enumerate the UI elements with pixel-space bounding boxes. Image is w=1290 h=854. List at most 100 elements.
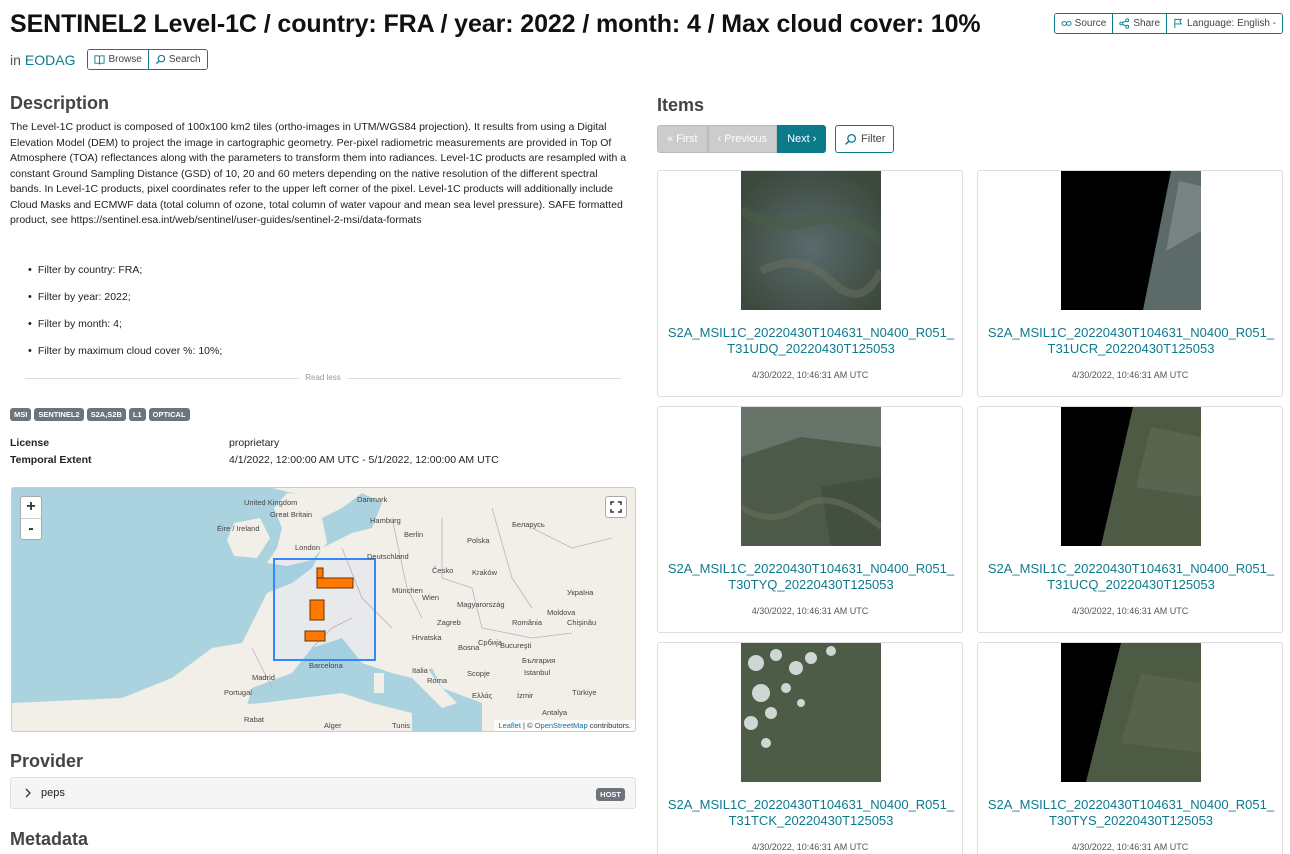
map-label: Madrid [252,673,275,682]
first-page-button[interactable]: « First [657,125,708,153]
map-label: London [295,543,321,552]
map-label: Ελλάς [472,691,493,700]
page-title: SENTINEL2 Level-1C / country: FRA / year… [10,10,981,38]
keyword-badge: L1 [128,408,146,421]
provider-name: peps [41,787,65,799]
item-title-link[interactable]: S2A_MSIL1C_20220430T104631_N0400_R051_T3… [666,325,956,357]
catalog-link[interactable]: EODAG [25,52,76,68]
keyword-badge: OPTICAL [148,408,190,421]
zoom-out-button[interactable]: - [21,518,41,539]
map-label: München [392,586,423,595]
item-card[interactable]: S2A_MSIL1C_20220430T104631_N0400_R051_T3… [977,170,1283,397]
item-title-link[interactable]: S2A_MSIL1C_20220430T104631_N0400_R051_T3… [986,797,1276,829]
map-label: Bucureşti [500,641,532,650]
map-label: Rabat [244,715,265,724]
map-label: Kraków [472,568,498,577]
description-heading: Description [10,93,110,113]
search-label: Search [168,54,201,65]
item-card[interactable]: S2A_MSIL1C_20220430T104631_N0400_R051_T3… [657,642,963,854]
search-icon [845,133,857,145]
share-button[interactable]: Share [1112,14,1167,33]
link-icon [1061,21,1072,26]
map-label: Bosna [458,643,480,652]
flag-icon [1174,18,1183,29]
filter-list: Filter by country: FRA; Filter by year: … [28,256,222,364]
item-card[interactable]: S2A_MSIL1C_20220430T104631_N0400_R051_T3… [977,642,1283,854]
map-label: Istanbul [524,668,551,677]
in-label: in [10,51,21,68]
item-title-link[interactable]: S2A_MSIL1C_20220430T104631_N0400_R051_T3… [986,561,1276,593]
item-thumbnail[interactable] [741,643,881,782]
item-card[interactable]: S2A_MSIL1C_20220430T104631_N0400_R051_T3… [977,406,1283,633]
license-value: proprietary [229,437,280,449]
search-button[interactable]: Search [147,50,207,69]
keyword-badge: S2A,S2B [86,408,126,421]
temporal-extent-value: 4/1/2022, 12:00:00 AM UTC - 5/1/2022, 12… [229,454,499,466]
map-label: Hamburg [370,516,401,525]
book-icon [94,55,106,65]
list-item: Filter by country: FRA; [28,256,222,283]
map-label: Scopje [467,669,490,678]
item-thumbnail[interactable] [1061,643,1201,782]
source-button[interactable]: Source [1054,14,1113,33]
map-label: Éire / Ireland [217,524,260,533]
map-label: United Kingdom [244,498,298,507]
map-label: România [512,618,543,627]
keyword-badge: SENTINEL2 [34,408,84,421]
item-card[interactable]: S2A_MSIL1C_20220430T104631_N0400_R051_T3… [657,406,963,633]
item-date: 4/30/2022, 10:46:31 AM UTC [1071,370,1189,380]
item-card[interactable]: S2A_MSIL1C_20220430T104631_N0400_R051_T3… [657,170,963,397]
item-title-link[interactable]: S2A_MSIL1C_20220430T104631_N0400_R051_T3… [666,797,956,829]
provider-row[interactable]: peps HOST [10,777,636,809]
read-less-link[interactable]: Read less [299,373,347,382]
filter-label: Filter [861,133,886,145]
item-date: 4/30/2022, 10:46:31 AM UTC [751,370,869,380]
map-label: Great Britain [270,510,313,519]
land-sardinia [374,673,384,693]
language-label: Language: English - [1187,18,1276,29]
item-date: 4/30/2022, 10:46:31 AM UTC [751,842,869,852]
fullscreen-button[interactable] [605,496,627,518]
filter-button[interactable]: Filter [835,125,895,153]
browse-button[interactable]: Browse [88,50,148,69]
map-label: Alger [324,721,342,730]
thumbnail-image [741,643,881,782]
map-label: Roma [427,676,448,685]
item-title-link[interactable]: S2A_MSIL1C_20220430T104631_N0400_R051_T3… [986,325,1276,357]
read-less-divider: Read less [25,373,621,382]
map-label: Moldova [547,608,576,617]
map-label: İzmir [517,691,534,700]
share-label: Share [1133,18,1161,29]
map-label: Hrvatska [412,633,442,642]
map-label: Україна [567,588,594,597]
map-label: България [522,656,556,665]
language-dropdown[interactable]: Language: English - [1166,14,1282,33]
map-view[interactable]: Danmark United Kingdom Great Britain Éir… [11,487,636,732]
item-thumbnail[interactable] [741,171,881,310]
item-thumbnail[interactable] [1061,407,1201,546]
item-thumbnail[interactable] [741,407,881,546]
openstreetmap-link[interactable]: OpenStreetMap [535,721,588,730]
map-label: Magyarország [457,600,505,609]
leaflet-link[interactable]: Leaflet [498,721,521,730]
map-label: Zagreb [437,618,461,627]
next-page-button[interactable]: Next › [777,125,827,153]
fullscreen-icon [610,501,622,513]
zoom-control: + - [20,496,42,540]
item-date: 4/30/2022, 10:46:31 AM UTC [751,606,869,616]
map-label: Portugal [224,688,252,697]
breadcrumb: in EODAG Browse Search [10,49,208,70]
zoom-in-button[interactable]: + [21,497,41,518]
item-thumbnail[interactable] [1061,171,1201,310]
view-toggle: Browse Search [87,49,208,70]
item-title-link[interactable]: S2A_MSIL1C_20220430T104631_N0400_R051_T3… [666,561,956,593]
thumbnail-image [1061,407,1201,546]
attribution-tail: contributors. [587,721,631,730]
attribution-separator: | © [520,721,535,730]
temporal-extent-key: Temporal Extent [10,454,92,466]
thumbnail-image [741,407,881,546]
pagination: « First ‹ Previous Next › [657,125,827,153]
previous-page-button[interactable]: ‹ Previous [707,125,778,153]
item-date: 4/30/2022, 10:46:31 AM UTC [1071,842,1189,852]
map-attribution: Leaflet | © OpenStreetMap contributors. [494,720,635,731]
